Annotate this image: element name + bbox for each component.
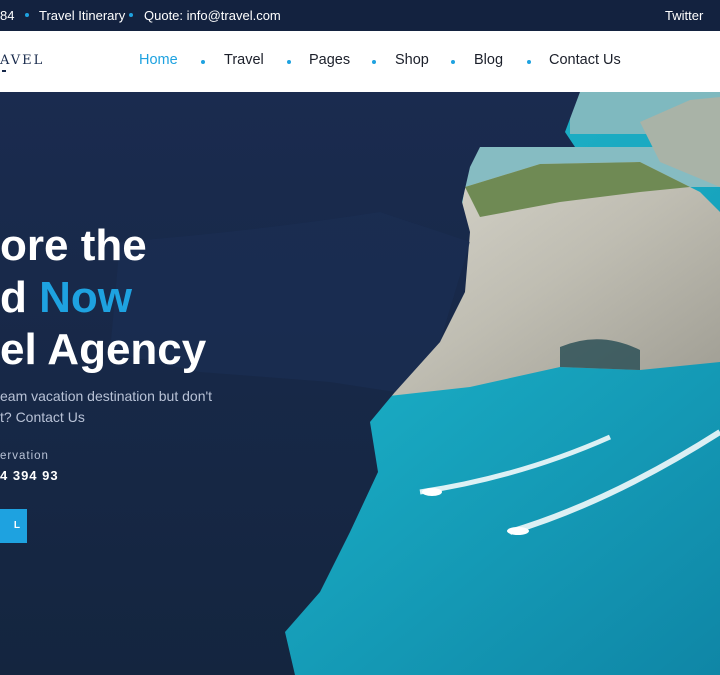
topbar-separator-dot xyxy=(25,13,29,17)
nav-separator-dot xyxy=(372,60,376,64)
nav-home[interactable]: Home xyxy=(139,52,178,68)
hero-headline-line-3: el Agency xyxy=(0,325,207,374)
nav-separator-dot xyxy=(451,60,455,64)
hero-headline-accent: Now xyxy=(39,273,132,322)
nav-shop[interactable]: Shop xyxy=(395,52,429,68)
site-logo[interactable]: AVEL xyxy=(0,53,44,68)
nav-pages[interactable]: Pages xyxy=(309,52,350,68)
hero-headline-part: d xyxy=(0,273,40,322)
topbar-phone[interactable]: 84 xyxy=(0,8,14,23)
topbar-quote-email[interactable]: Quote: info@travel.com xyxy=(144,8,281,23)
hero-cta-button[interactable]: L xyxy=(0,509,27,543)
topbar-separator-dot xyxy=(129,13,133,17)
nav-contact[interactable]: Contact Us xyxy=(549,52,621,68)
nav-travel[interactable]: Travel xyxy=(224,52,264,68)
nav-separator-dot xyxy=(287,60,291,64)
hero-description: eam vacation destination but don't t? Co… xyxy=(0,386,212,428)
hero-background-image xyxy=(0,92,720,675)
topbar-twitter-link[interactable]: Twitter xyxy=(665,8,703,23)
hero-section: ore the d Now el Agency eam vacation des… xyxy=(0,92,720,675)
main-navbar: AVEL Home Travel Pages Shop Blog Contact… xyxy=(0,31,720,93)
reservation-label: ervation xyxy=(0,450,49,462)
nav-separator-dot xyxy=(201,60,205,64)
reservation-phone[interactable]: 4 394 93 xyxy=(0,468,59,483)
nav-separator-dot xyxy=(527,60,531,64)
hero-headline-line-1: ore the xyxy=(0,221,147,270)
top-bar: 84 Travel Itinerary Quote: info@travel.c… xyxy=(0,0,720,31)
logo-underline xyxy=(2,70,6,72)
hero-description-line-2: t? Contact Us xyxy=(0,409,85,425)
hero-description-line-1: eam vacation destination but don't xyxy=(0,388,213,404)
nav-blog[interactable]: Blog xyxy=(474,52,503,68)
topbar-itinerary-link[interactable]: Travel Itinerary xyxy=(39,8,125,23)
hero-headline-line-2: d Now xyxy=(0,272,132,324)
